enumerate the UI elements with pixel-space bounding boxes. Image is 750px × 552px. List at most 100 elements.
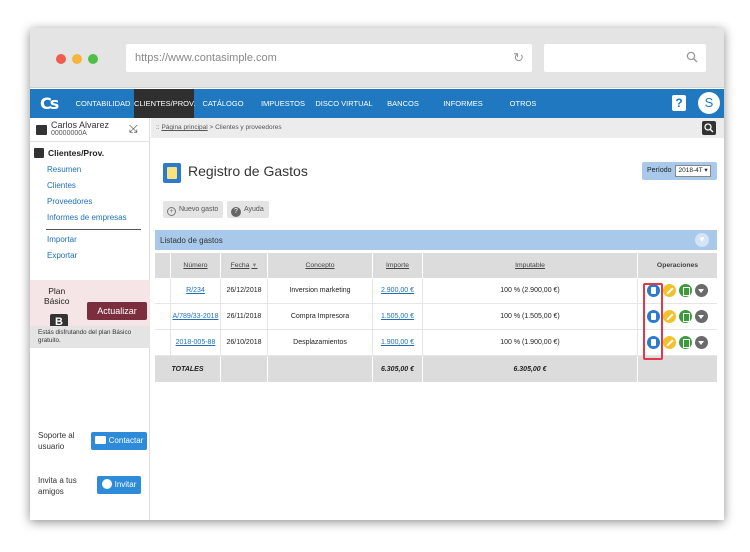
edit-pencil-icon[interactable] bbox=[663, 336, 676, 349]
more-options-icon[interactable] bbox=[695, 310, 708, 323]
totals-row: TOTALES 6.305,00 € 6.305,00 € bbox=[155, 356, 717, 382]
row-fecha: 26/10/2018 bbox=[221, 330, 268, 355]
row-numero-link[interactable]: R/234 bbox=[171, 278, 221, 303]
nav-contabilidad[interactable]: CONTABILIDAD bbox=[74, 89, 132, 118]
nav-informes[interactable]: INFORMES bbox=[436, 89, 490, 118]
invite-line2: amigos bbox=[38, 487, 64, 496]
plan-note: Estás disfrutando del plan Básico gratui… bbox=[30, 326, 150, 348]
more-options-icon[interactable] bbox=[695, 284, 708, 297]
upgrade-button[interactable]: Actualizar bbox=[87, 302, 147, 320]
app-logo[interactable]: Cs bbox=[40, 94, 62, 113]
header-imputable[interactable]: Imputable bbox=[423, 253, 638, 278]
main-nav: Cs CONTABILIDAD CLIENTES/PROV. CATÁLOGO … bbox=[30, 89, 724, 118]
breadcrumb-current: > Clientes y proveedores bbox=[209, 124, 282, 131]
maximize-window-button[interactable] bbox=[88, 54, 98, 64]
contacts-icon bbox=[34, 148, 44, 158]
support-text: Soporte al usuario bbox=[38, 430, 74, 452]
row-imputable: 100 % (1.505,00 €) bbox=[423, 304, 638, 329]
switch-company-icon[interactable]: ⤩ bbox=[129, 123, 138, 136]
totals-spacer-concepto bbox=[268, 356, 373, 382]
plus-icon: + bbox=[167, 207, 176, 216]
reload-icon[interactable]: ↻ bbox=[513, 50, 524, 66]
totals-spacer-fecha bbox=[221, 356, 268, 382]
help-button[interactable]: ? Ayuda bbox=[227, 201, 269, 218]
row-numero-link[interactable]: 2018-005-88 bbox=[171, 330, 221, 355]
duplicate-icon[interactable] bbox=[679, 310, 692, 323]
row-fecha: 26/12/2018 bbox=[221, 278, 268, 303]
header-concepto[interactable]: Concepto bbox=[268, 253, 373, 278]
plan-label: Plan Básico bbox=[44, 286, 70, 306]
sidebar-item-proveedores[interactable]: Proveedores bbox=[47, 197, 92, 206]
row-importe-link[interactable]: 2.900,00 € bbox=[373, 278, 423, 303]
row-importe-link[interactable]: 1.900,00 € bbox=[373, 330, 423, 355]
edit-pencil-icon[interactable] bbox=[663, 284, 676, 297]
plan-label-line2: Básico bbox=[44, 296, 70, 306]
sidebar-section-label: Clientes/Prov. bbox=[48, 148, 105, 158]
header-importe[interactable]: Importe bbox=[373, 253, 423, 278]
new-expense-button[interactable]: + Nuevo gasto bbox=[163, 201, 224, 218]
address-url: https://www.contasimple.com bbox=[135, 52, 277, 64]
totals-importe: 6.305,00 € bbox=[373, 356, 423, 382]
page-title: Registro de Gastos bbox=[188, 163, 308, 179]
period-selector: Período 2018-4T ▾ bbox=[642, 162, 717, 180]
avatar[interactable]: S bbox=[698, 92, 720, 114]
row-numero-link[interactable]: A/789/33-2018 bbox=[171, 304, 221, 329]
nav-clientes-prov[interactable]: CLIENTES/PROV. bbox=[134, 89, 195, 118]
sidebar-item-resumen[interactable]: Resumen bbox=[47, 165, 81, 174]
row-concepto: Compra Impresora bbox=[268, 304, 373, 329]
nav-impuestos[interactable]: IMPUESTOS bbox=[256, 89, 310, 118]
search-icon[interactable] bbox=[702, 121, 716, 135]
invite-button-label: Invitar bbox=[114, 480, 137, 489]
search-icon bbox=[686, 51, 698, 63]
user-info: Carlos Alvarez 00000000A ⤩ bbox=[30, 118, 150, 142]
duplicate-icon[interactable] bbox=[679, 336, 692, 349]
contact-button[interactable]: Contactar bbox=[91, 432, 147, 450]
sidebar-item-informes-empresas[interactable]: Informes de empresas bbox=[47, 213, 127, 222]
minimize-window-button[interactable] bbox=[72, 54, 82, 64]
main-content: :: Página principal > Clientes y proveed… bbox=[151, 118, 724, 520]
row-spacer bbox=[155, 330, 171, 355]
close-window-button[interactable] bbox=[56, 54, 66, 64]
period-select[interactable]: 2018-4T ▾ bbox=[675, 165, 711, 177]
row-concepto: Desplazamientos bbox=[268, 330, 373, 355]
header-operaciones: Operaciones bbox=[656, 262, 699, 269]
invite-text: Invita a tus amigos bbox=[38, 475, 77, 497]
period-label: Período bbox=[647, 167, 672, 174]
sidebar-item-importar[interactable]: Importar bbox=[47, 235, 77, 244]
header-fecha[interactable]: Fecha ▼ bbox=[221, 253, 268, 278]
row-spacer bbox=[155, 278, 171, 303]
help-icon[interactable]: ? bbox=[672, 95, 686, 111]
question-icon: ? bbox=[231, 207, 241, 217]
nav-catalogo[interactable]: CATÁLOGO bbox=[196, 89, 250, 118]
user-name: Carlos Alvarez bbox=[51, 120, 110, 130]
edit-pencil-icon[interactable] bbox=[663, 310, 676, 323]
sort-icon: ▼ bbox=[251, 262, 258, 269]
browser-window: https://www.contasimple.com ↻ Cs CONTABI… bbox=[30, 28, 724, 520]
breadcrumb-trail: :: Página principal > Clientes y proveed… bbox=[156, 124, 282, 131]
mail-icon bbox=[94, 436, 106, 444]
nav-bancos[interactable]: BANCOS bbox=[380, 89, 426, 118]
nav-disco-virtual[interactable]: DISCO VIRTUAL bbox=[314, 89, 374, 118]
help-button-label: Ayuda bbox=[244, 206, 264, 213]
filter-toggle-icon[interactable]: ▼ bbox=[695, 233, 709, 247]
breadcrumb-home-link[interactable]: Página principal bbox=[161, 124, 207, 131]
row-importe-link[interactable]: 1.505,00 € bbox=[373, 304, 423, 329]
duplicate-icon[interactable] bbox=[679, 284, 692, 297]
row-imputable: 100 % (1.900,00 €) bbox=[423, 330, 638, 355]
browser-search-field[interactable] bbox=[544, 44, 706, 72]
contact-button-label: Contactar bbox=[108, 436, 144, 445]
nav-otros[interactable]: OTROS bbox=[500, 89, 546, 118]
invite-button[interactable]: Invitar bbox=[97, 476, 141, 494]
address-bar[interactable]: https://www.contasimple.com ↻ bbox=[126, 44, 532, 72]
header-numero[interactable]: Número bbox=[171, 253, 221, 278]
header-fecha-label: Fecha bbox=[230, 262, 250, 269]
more-options-icon[interactable] bbox=[695, 336, 708, 349]
sidebar-item-clientes[interactable]: Clientes bbox=[47, 181, 76, 190]
expenses-table: Número Fecha ▼ Concepto Importe Imputable… bbox=[155, 253, 717, 382]
browser-toolbar: https://www.contasimple.com ↻ bbox=[30, 28, 724, 88]
totals-label: TOTALES bbox=[155, 356, 221, 382]
row-imputable: 100 % (2.900,00 €) bbox=[423, 278, 638, 303]
sidebar-item-exportar[interactable]: Exportar bbox=[47, 251, 77, 260]
support-line1: Soporte al bbox=[38, 431, 75, 440]
expense-document-icon bbox=[163, 163, 181, 183]
